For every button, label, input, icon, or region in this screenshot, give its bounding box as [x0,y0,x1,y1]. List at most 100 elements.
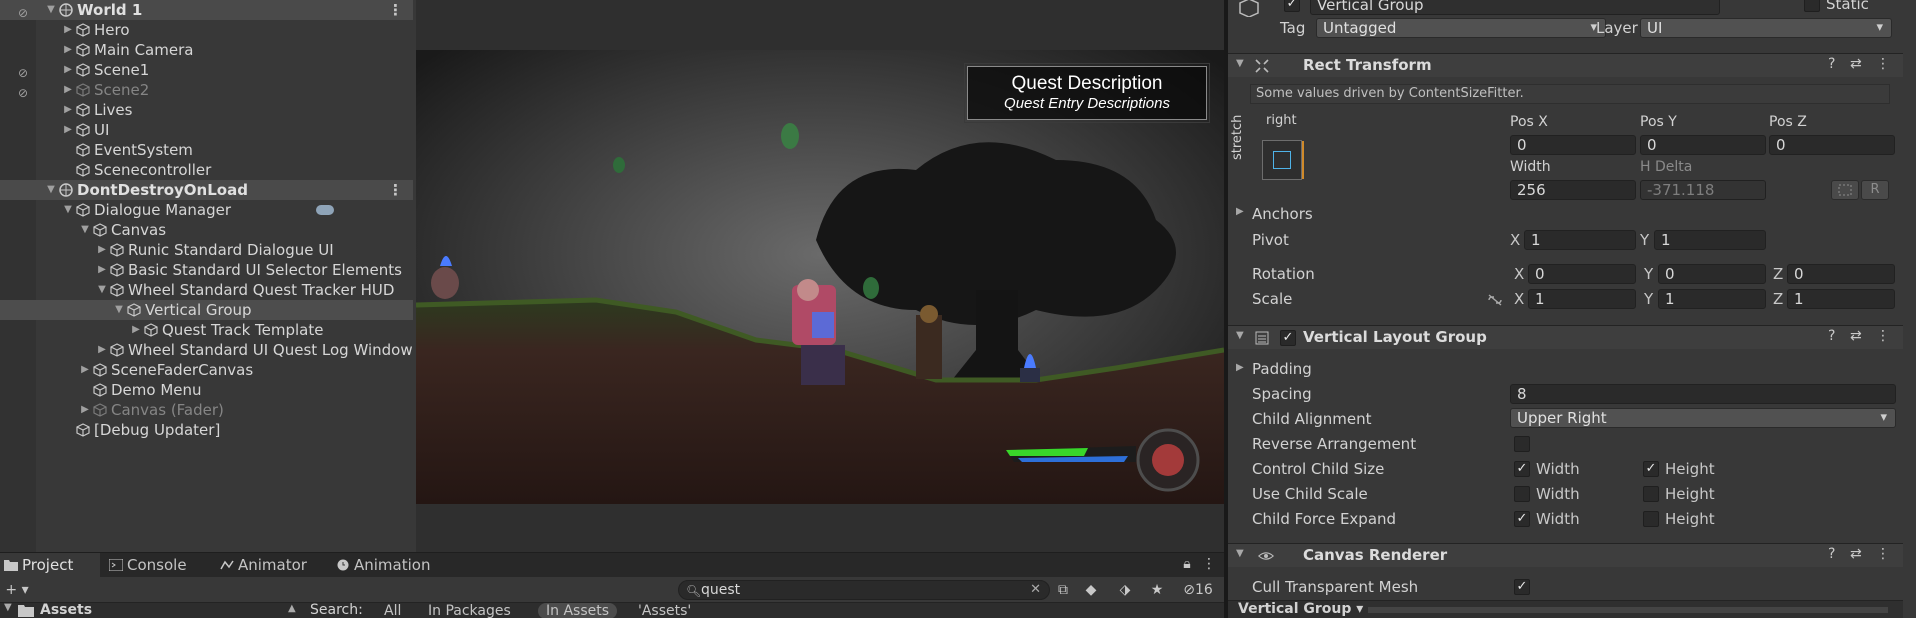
hierarchy-scene-row[interactable]: ▼ DontDestroyOnLoad ⋮ [0,180,413,200]
tag-dropdown[interactable]: Untagged [1316,18,1606,38]
fold-arrow-icon[interactable]: ▶ [62,100,74,120]
rot-x-field[interactable]: 0 [1528,264,1636,284]
fold-arrow-icon[interactable]: ▼ [113,300,125,320]
panel-menu-icon[interactable]: ⋮ [1198,555,1220,573]
tab-console[interactable]: Console [105,553,205,577]
scope-folder-button[interactable]: 'Assets' [630,603,699,618]
hierarchy-row[interactable]: Scenecontroller [0,160,413,180]
padding-fold-icon[interactable]: ▶ [1236,362,1244,373]
component-menu-icon[interactable]: ⋮ [1876,56,1890,72]
preset-icon[interactable]: ⇄ [1850,56,1862,72]
material-footer-label[interactable]: Vertical Group ▾ [1238,601,1363,617]
scale-x-field[interactable]: 1 [1528,289,1636,309]
hierarchy-row[interactable]: ▶ Main Camera [0,40,413,60]
posz-field[interactable]: 0 [1769,135,1895,155]
tab-animator[interactable]: Animator [216,553,326,577]
help-icon[interactable]: ? [1828,56,1835,72]
posx-field[interactable]: 0 [1510,135,1636,155]
filter-by-label-icon[interactable]: ⬗ [1114,581,1136,599]
fold-arrow-icon[interactable]: ▼ [1236,548,1244,559]
reverse-arrangement-checkbox[interactable] [1514,436,1530,452]
scale-width-checkbox[interactable] [1514,486,1530,502]
fold-arrow-icon[interactable]: ▼ [45,180,57,200]
scale-z-field[interactable]: 1 [1787,289,1895,309]
add-asset-button[interactable]: + ▾ [2,581,32,599]
search-scene-icon[interactable]: ⧉ [1052,581,1074,599]
raw-edit-button[interactable]: R [1861,180,1889,200]
control-width-checkbox[interactable]: ✓ [1514,461,1530,477]
canvas-renderer-header[interactable]: ▼ Canvas Renderer ? ⇄ ⋮ [1228,543,1903,567]
hierarchy-row[interactable]: ▶ Scene1 ⊘ [0,60,413,80]
scope-packages-button[interactable]: In Packages [420,603,519,618]
hierarchy-row[interactable]: ▼ Dialogue Manager [0,200,413,220]
fold-arrow-icon[interactable]: ▼ [1236,58,1244,69]
rot-y-field[interactable]: 0 [1658,264,1766,284]
fold-arrow-icon[interactable]: ▼ [1236,330,1244,341]
lock-icon[interactable]: 🔒︎ [1176,555,1198,573]
object-name-field[interactable]: Vertical Group [1310,0,1720,15]
pivot-x-field[interactable]: 1 [1524,230,1636,250]
hierarchy-row[interactable]: ▼ Vertical Group [0,300,413,320]
hierarchy-row[interactable]: ▼ Canvas [0,220,413,240]
hierarchy-row[interactable]: ▶ Hero [0,20,413,40]
fold-arrow-icon[interactable]: ▶ [62,80,74,100]
hierarchy-row[interactable]: ▶ Lives [0,100,413,120]
scope-in-assets-button[interactable]: In Assets [538,603,618,618]
scene-menu-icon[interactable]: ⋮ [388,180,403,200]
visibility-toggle-icon[interactable]: ⊘ [18,3,34,20]
fold-arrow-icon[interactable]: ▶ [79,360,91,380]
filter-by-type-icon[interactable]: ◆ [1080,581,1102,599]
padding-label[interactable]: Padding [1252,360,1312,378]
preset-icon[interactable]: ⇄ [1850,328,1862,344]
vlg-enabled-checkbox[interactable]: ✓ [1280,330,1296,346]
anchors-fold-icon[interactable]: ▶ [1236,206,1244,217]
component-menu-icon[interactable]: ⋮ [1876,546,1890,562]
control-height-checkbox[interactable]: ✓ [1643,461,1659,477]
hierarchy-row[interactable]: EventSystem [0,140,413,160]
fold-arrow-icon[interactable]: ▼ [79,220,91,240]
project-search-input[interactable]: 🔍︎ quest ✕ [678,580,1050,600]
scale-height-checkbox[interactable] [1643,486,1659,502]
visibility-toggle-icon[interactable]: ⊘ [18,63,34,80]
scene-menu-icon[interactable]: ⋮ [388,0,403,20]
fold-arrow-icon[interactable]: ▼ [96,280,108,300]
expand-height-checkbox[interactable] [1643,511,1659,527]
assets-folder-label[interactable]: Assets [40,602,92,618]
hierarchy-row[interactable]: ▶ Basic Standard UI Selector Elements [0,260,413,280]
clear-search-icon[interactable]: ✕ [1030,581,1041,599]
vertical-layout-group-header[interactable]: ▼ ✓ Vertical Layout Group ? ⇄ ⋮ [1228,325,1903,349]
assets-fold-icon[interactable]: ▼ [4,602,12,613]
fold-arrow-icon[interactable]: ▼ [45,0,57,20]
fold-arrow-icon[interactable]: ▶ [96,340,108,360]
hidden-packages-toggle[interactable]: ⊘16 [1178,581,1218,599]
hierarchy-row[interactable]: ▶ Canvas (Fader) [0,400,413,420]
fold-arrow-icon[interactable]: ▶ [96,240,108,260]
preset-icon[interactable]: ⇄ [1850,546,1862,562]
visibility-toggle-icon[interactable]: ⊘ [18,83,34,100]
constrain-proportions-icon[interactable] [1486,292,1504,308]
hierarchy-row[interactable]: ▶ Scene2 ⊘ [0,80,413,100]
rect-transform-header[interactable]: ▼ Rect Transform ? ⇄ ⋮ [1228,53,1903,77]
fold-arrow-icon[interactable]: ▶ [79,400,91,420]
width-field[interactable]: 256 [1510,180,1636,200]
hierarchy-row[interactable]: ▶ Wheel Standard UI Quest Log Window [0,340,413,360]
scope-all-button[interactable]: All [376,603,409,618]
scroll-up-icon[interactable]: ▲ [288,603,296,614]
favorites-star-icon[interactable]: ★ [1146,581,1168,599]
help-icon[interactable]: ? [1828,328,1835,344]
hierarchy-row[interactable]: ▶ SceneFaderCanvas [0,360,413,380]
hierarchy-row[interactable]: ▼ Wheel Standard Quest Tracker HUD [0,280,413,300]
expand-width-checkbox[interactable]: ✓ [1514,511,1530,527]
fold-arrow-icon[interactable]: ▶ [62,20,74,40]
hierarchy-row[interactable]: Demo Menu [0,380,413,400]
fold-arrow-icon[interactable]: ▶ [96,260,108,280]
fold-arrow-icon[interactable]: ▶ [130,320,142,340]
scale-y-field[interactable]: 1 [1658,289,1766,309]
static-checkbox[interactable] [1804,0,1820,12]
rot-z-field[interactable]: 0 [1787,264,1895,284]
blueprint-mode-button[interactable] [1831,180,1859,200]
hierarchy-row[interactable]: ▶ Runic Standard Dialogue UI [0,240,413,260]
active-checkbox[interactable]: ✓ [1284,0,1300,12]
fold-arrow-icon[interactable]: ▶ [62,40,74,60]
pivot-y-field[interactable]: 1 [1654,230,1766,250]
